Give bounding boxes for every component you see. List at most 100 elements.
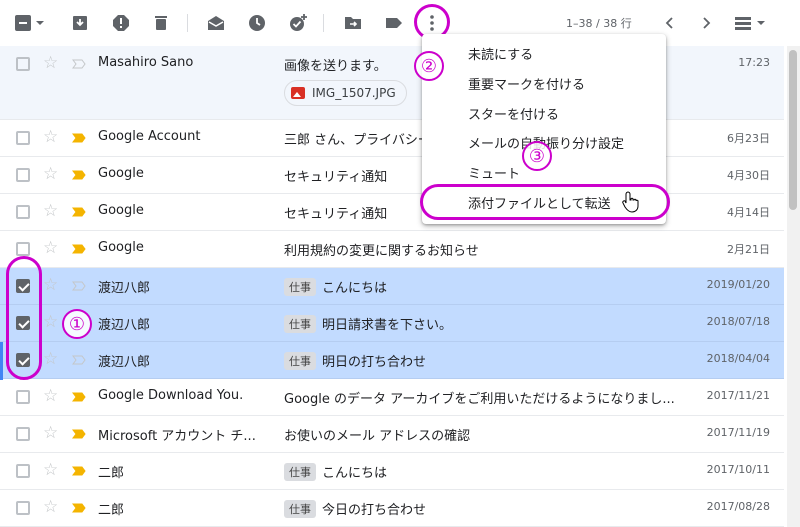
subject-text: 三郎 さん、プライバシー [284,133,431,148]
email-row[interactable]: ☆ 二郎 仕事 今日の打ち合わせ 2017/08/28 [0,490,784,527]
important-marker-icon[interactable] [72,392,86,402]
email-row[interactable]: ☆ 渡辺八郎 仕事 明日請求書を下さい。 2018/07/18 [0,305,784,342]
hand-cursor-icon [622,191,639,213]
important-marker-icon[interactable] [72,170,86,180]
subject-text: 画像を送ります。 [284,59,387,74]
sender-name: 渡辺八郎 [98,355,151,370]
important-marker-icon[interactable] [72,281,86,291]
row-checkbox[interactable] [16,57,30,71]
label-icon[interactable] [383,12,405,34]
email-date: 17:23 [738,56,770,69]
email-subject: 仕事 こんにちは [284,277,684,296]
star-icon[interactable]: ☆ [43,425,58,442]
email-subject: 仕事 こんにちは [284,462,684,481]
sender-name: Google Download You. [98,388,244,403]
label-tag: 仕事 [284,352,316,370]
row-checkbox[interactable] [16,131,30,145]
row-checkbox[interactable] [16,205,30,219]
important-marker-icon[interactable] [72,503,86,513]
email-row[interactable]: ☆ Google Account 三郎 さん、プライバシー 6月23日 [0,120,784,157]
row-checkbox[interactable] [16,242,30,256]
email-date: 2017/11/21 [706,389,770,402]
email-row[interactable]: ☆ Microsoft アカウント チ... お使いのメール アドレスの確認 2017… [0,416,784,453]
star-icon[interactable]: ☆ [43,499,58,516]
sender-name: Google Account [98,129,201,144]
density-icon[interactable] [733,12,769,34]
star-icon[interactable]: ☆ [43,240,58,257]
move-to-icon[interactable] [342,12,364,34]
scrollbar-thumb[interactable] [789,50,797,210]
sender-name: 二郎 [98,503,125,518]
attachment-filename: IMG_1507.JPG [312,86,396,100]
label-tag: 仕事 [284,500,316,518]
important-marker-icon[interactable] [72,466,86,476]
image-file-icon [291,87,305,99]
important-marker-icon[interactable] [72,244,86,254]
email-subject: お使いのメール アドレスの確認 [284,425,684,444]
email-date: 4月14日 [727,206,770,219]
mark-read-icon[interactable] [205,12,227,34]
email-date: 2017/08/28 [706,500,770,513]
archive-icon[interactable] [69,12,91,34]
email-subject: Google のデータ アーカイブをご利用いただけるようになりまし... [284,388,684,407]
email-row[interactable]: ☆ Google 利用規約の変更に関するお知らせ 2月21日 [0,231,784,268]
star-icon[interactable]: ☆ [43,388,58,405]
toolbar-divider [323,14,324,32]
email-date: 2019/01/20 [706,278,770,291]
important-marker-icon[interactable] [72,59,86,69]
subject-text: 明日の打ち合わせ [322,355,427,370]
subject-text: Google のデータ アーカイブをご利用いただけるようになりまし... [284,392,675,407]
sender-name: Microsoft アカウント チ... [98,429,256,444]
star-icon[interactable]: ☆ [43,55,58,72]
report-spam-icon[interactable] [110,12,132,34]
star-icon[interactable]: ☆ [43,277,58,294]
attachment-chip[interactable]: IMG_1507.JPG [284,80,407,106]
email-row[interactable]: ☆ 二郎 仕事 こんにちは 2017/10/11 [0,453,784,490]
menu-item-mark-unread[interactable]: 未読にする [468,44,533,63]
row-checkbox[interactable] [16,168,30,182]
star-icon[interactable]: ☆ [43,314,58,331]
menu-item-add-star[interactable]: スターを付ける [468,104,559,123]
email-row[interactable]: ☆ Google Download You. Google のデータ アーカイブをご… [0,379,784,416]
delete-icon[interactable] [150,12,172,34]
label-tag: 仕事 [284,463,316,481]
star-icon[interactable]: ☆ [43,462,58,479]
email-subject: 仕事 今日の打ち合わせ [284,499,684,518]
row-checkbox[interactable] [16,464,30,478]
snooze-icon[interactable] [246,12,268,34]
annotation-step-1: ① [62,309,92,339]
toolbar-divider [187,14,188,32]
chevron-left-icon[interactable] [659,12,681,34]
chevron-right-icon[interactable] [695,12,717,34]
email-date: 4月30日 [727,169,770,182]
menu-item-mute[interactable]: ミュート [468,163,520,182]
star-icon[interactable]: ☆ [43,166,58,183]
selected-checkboxes-highlight [6,256,42,380]
annotation-step-2: ② [414,51,444,81]
important-marker-icon[interactable] [72,207,86,217]
star-icon[interactable]: ☆ [43,203,58,220]
sender-name: 二郎 [98,466,125,481]
star-icon[interactable]: ☆ [43,351,58,368]
email-date: 2018/04/04 [706,352,770,365]
email-row[interactable]: ☆ Google セキュリティ通知 4月30日 [0,157,784,194]
subject-text: 明日請求書を下さい。 [322,318,453,333]
email-row[interactable]: ☆ Masahiro Sano 画像を送ります。 17:23 IMG_1507.JPG [0,46,784,120]
email-date: 6月23日 [727,132,770,145]
row-checkbox[interactable] [16,427,30,441]
email-subject: 仕事 明日請求書を下さい。 [284,314,684,333]
row-checkbox[interactable] [16,390,30,404]
important-marker-icon[interactable] [72,355,86,365]
menu-item-mark-important[interactable]: 重要マークを付ける [468,74,585,93]
add-task-icon[interactable] [287,12,309,34]
select-checkbox-icon[interactable] [14,12,48,34]
important-marker-icon[interactable] [72,429,86,439]
email-row[interactable]: ☆ 渡辺八郎 仕事 明日の打ち合わせ 2018/04/04 [0,342,784,379]
email-date: 2017/11/19 [706,426,770,439]
focus-indicator [0,342,3,380]
star-icon[interactable]: ☆ [43,129,58,146]
email-row[interactable]: ☆ 渡辺八郎 仕事 こんにちは 2019/01/20 [0,268,784,305]
important-marker-icon[interactable] [72,133,86,143]
row-checkbox[interactable] [16,501,30,515]
label-tag: 仕事 [284,315,316,333]
